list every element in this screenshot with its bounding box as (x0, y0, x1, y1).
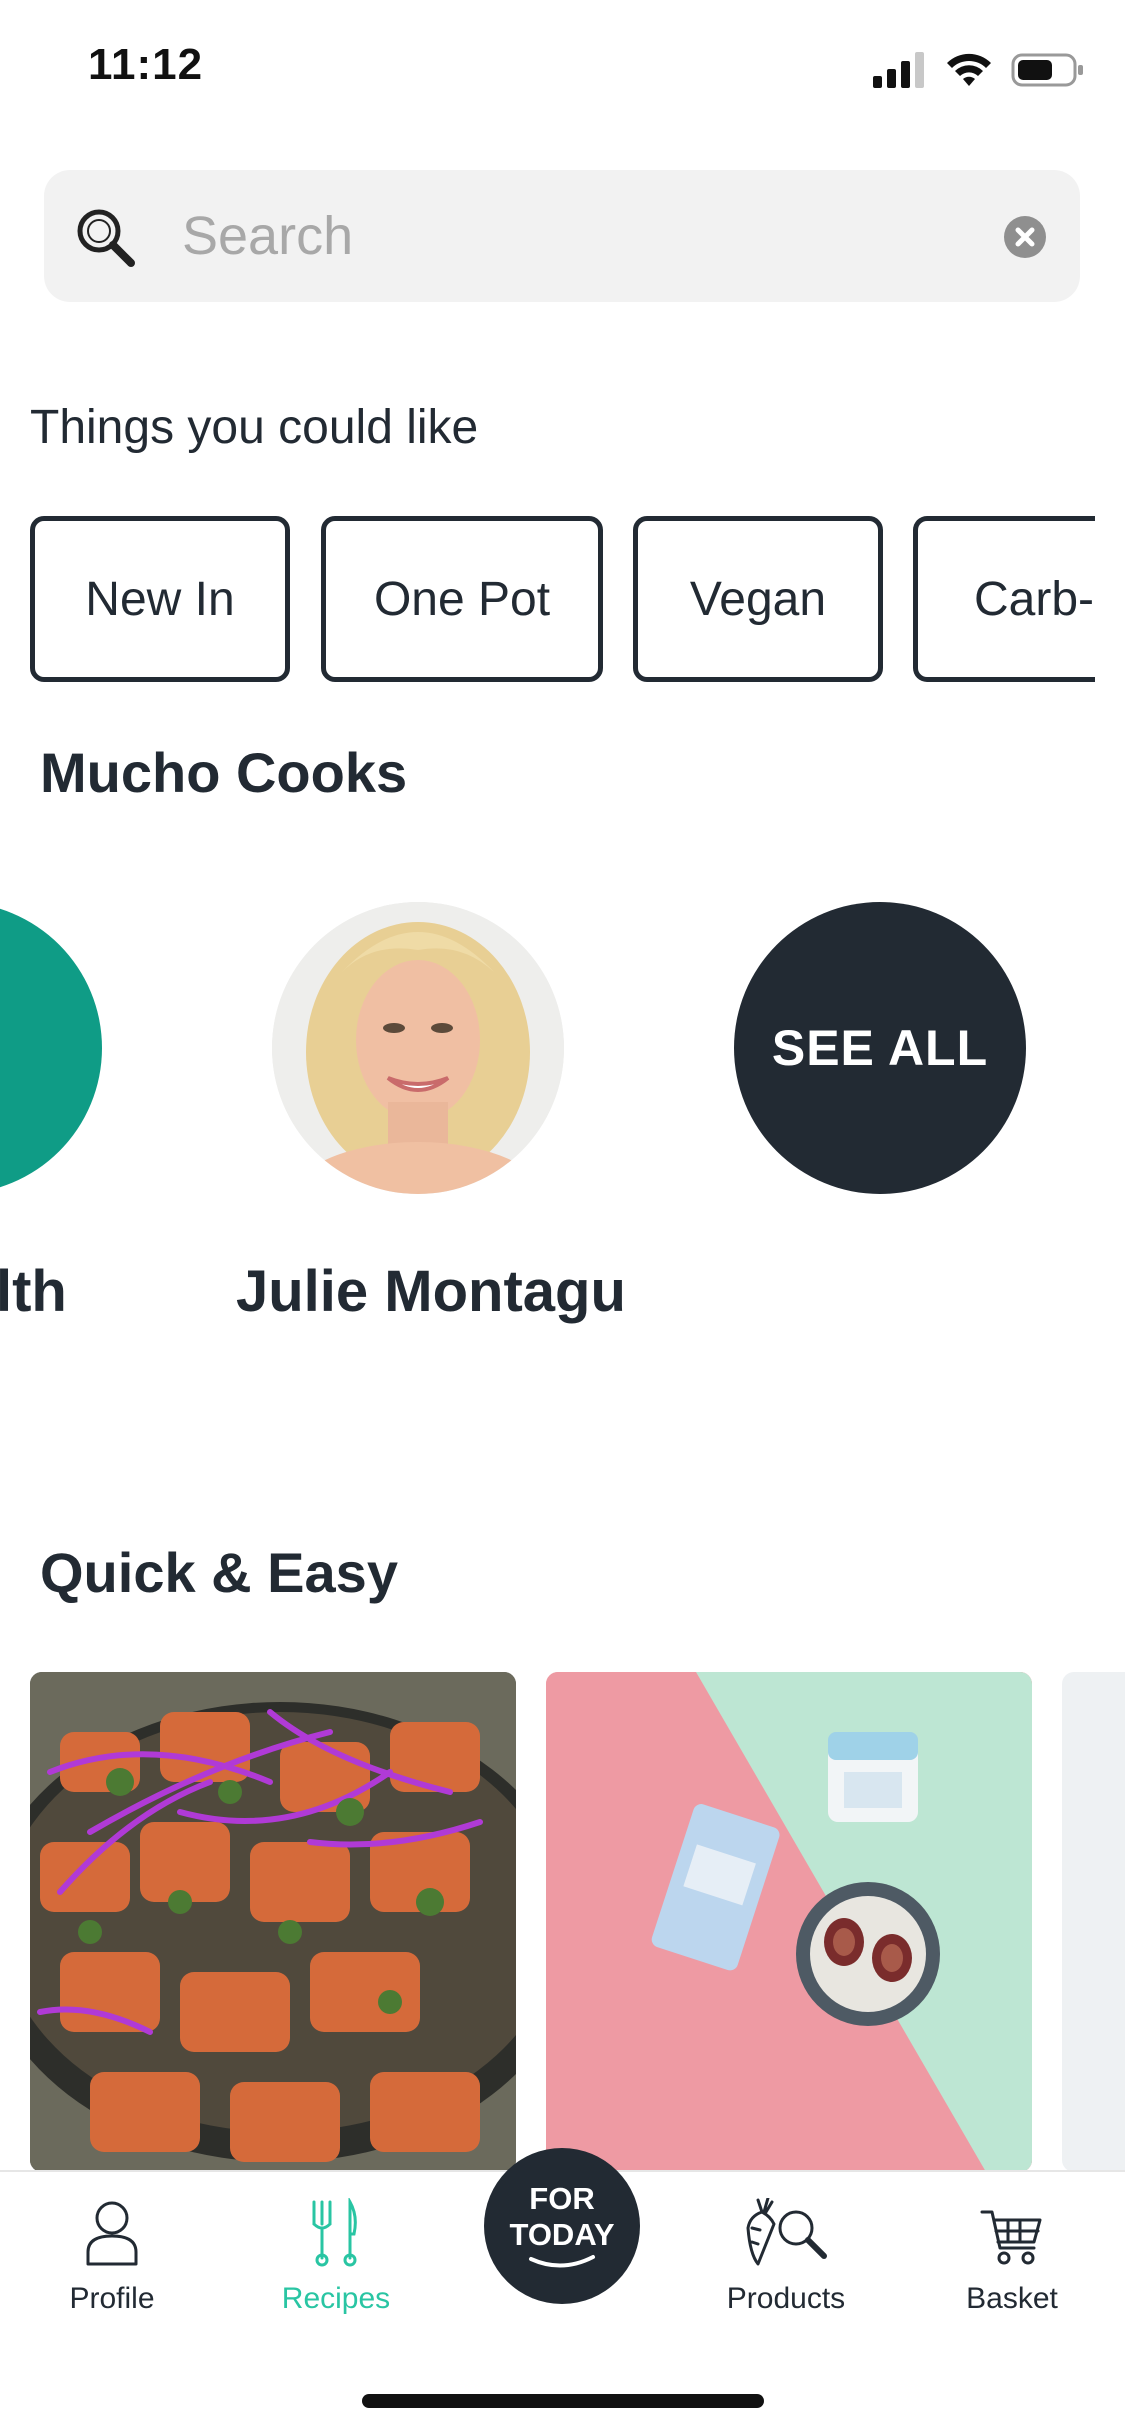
tab-label-recipes: Recipes (281, 2282, 391, 2315)
recipe-card-sweet-potato[interactable] (30, 1672, 516, 2172)
chip-one-pot[interactable]: One Pot (321, 516, 603, 682)
for-today-line1: FOR (529, 2181, 595, 2216)
status-time: 11:12 (88, 40, 204, 89)
suggestions-title: Things you could like (30, 401, 479, 454)
cart-icon (980, 2210, 1042, 2265)
chip-vegan[interactable]: Vegan (633, 516, 883, 682)
wifi-icon (947, 53, 991, 86)
tab-products[interactable]: Products (686, 2198, 886, 2328)
tab-label-basket: Basket (966, 2282, 1058, 2315)
person-icon (86, 2201, 138, 2266)
tab-recipes[interactable]: Recipes (236, 2198, 436, 2328)
clear-search-icon[interactable] (1004, 216, 1046, 258)
cooks-title: Mucho Cooks (40, 741, 408, 804)
quick-easy-carousel (0, 1672, 1125, 2172)
cook-name-partial: lth (0, 1259, 67, 1324)
see-all-cooks-button[interactable]: SEE ALL (734, 902, 1026, 1194)
search-icon (77, 209, 135, 267)
status-bar: 11:12 (0, 0, 1125, 132)
cook-name-julie-montagu: Julie Montagu (236, 1259, 626, 1324)
cook-portrait-image (272, 902, 564, 1194)
tab-label-profile: Profile (69, 2282, 155, 2315)
search-bar[interactable] (44, 170, 1080, 302)
status-icons (873, 48, 1085, 92)
smile-icon (529, 2255, 595, 2268)
recipe-card-partial[interactable] (1062, 1672, 1125, 2172)
recipe-image-coconut-yogurt (546, 1672, 1032, 2172)
quick-easy-title: Quick & Easy (40, 1541, 398, 1604)
cook-avatar-julie-montagu[interactable] (272, 902, 564, 1194)
for-today-line2: TODAY (509, 2217, 615, 2252)
recipe-card-coconut-yogurt[interactable] (546, 1672, 1032, 2172)
tab-label-products: Products (726, 2282, 846, 2315)
chip-new-in[interactable]: New In (30, 516, 290, 682)
tab-profile[interactable]: Profile (12, 2198, 212, 2328)
cooks-carousel: lth Julie Montagu SEE ALL (0, 880, 1125, 1340)
fork-knife-icon (312, 2198, 357, 2267)
search-input[interactable] (182, 202, 1002, 270)
signal-icon (873, 52, 924, 88)
suggestion-chips: New In One Pot Vegan Carb- (30, 516, 1095, 684)
cook-avatar-partial[interactable] (0, 902, 102, 1194)
battery-icon (1011, 53, 1083, 87)
recipe-image-sweet-potato (30, 1672, 516, 2172)
for-today-button[interactable]: FOR TODAY (484, 2148, 640, 2304)
home-indicator[interactable] (362, 2394, 764, 2408)
tab-basket[interactable]: Basket (912, 2198, 1112, 2328)
carrot-search-icon (746, 2198, 827, 2266)
chip-carb[interactable]: Carb- (913, 516, 1095, 682)
